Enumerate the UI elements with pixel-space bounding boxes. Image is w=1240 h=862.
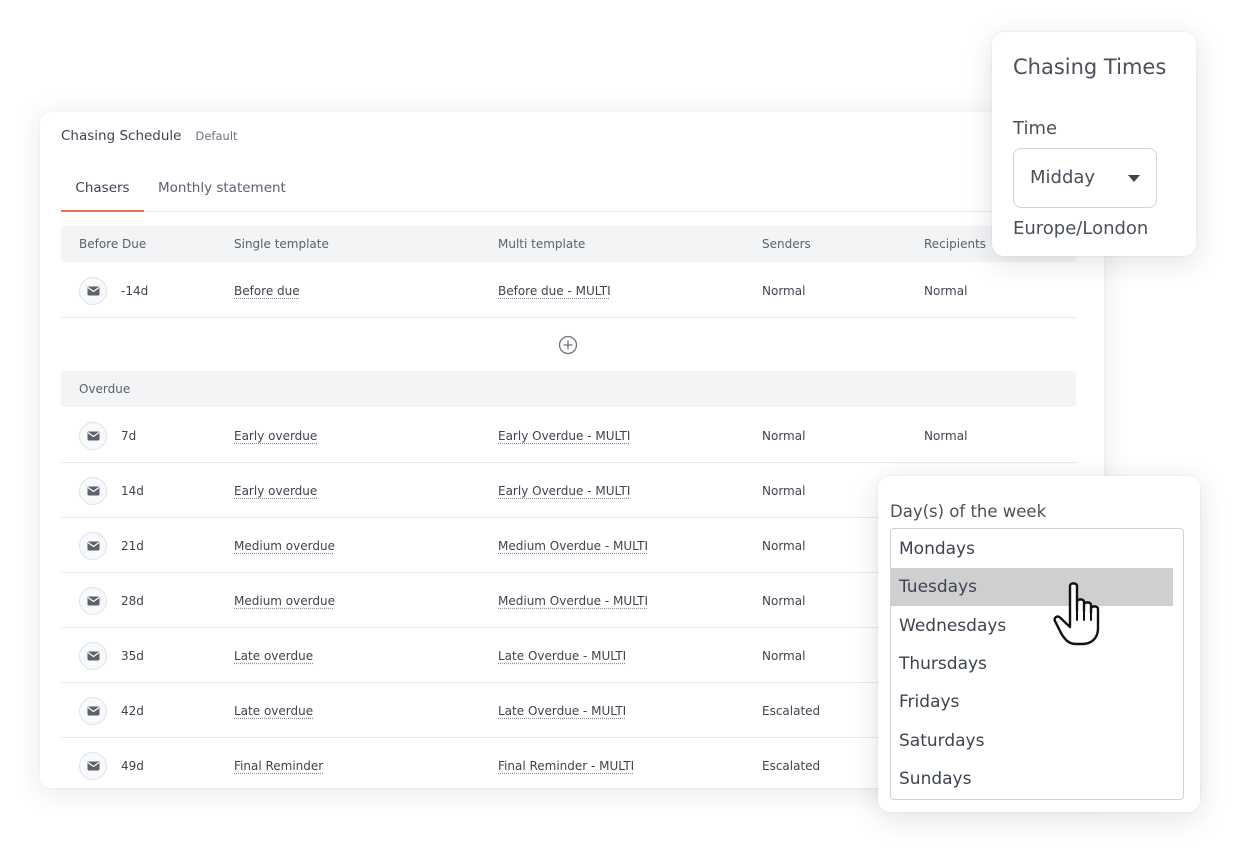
time-select[interactable]: Midday bbox=[1013, 148, 1157, 208]
caret-down-icon bbox=[1128, 175, 1140, 182]
row-days: 7d bbox=[121, 429, 137, 443]
column-multi-template: Multi template bbox=[498, 237, 586, 251]
multi-template-link[interactable]: Before due - MULTI bbox=[498, 284, 611, 298]
row-days: 28d bbox=[121, 594, 144, 608]
row-days: 35d bbox=[121, 649, 144, 663]
single-template-link[interactable]: Late overdue bbox=[234, 704, 313, 718]
days-of-week-listbox[interactable]: Mondays Tuesdays Wednesdays Thursdays Friday… bbox=[890, 528, 1184, 800]
column-before-due: Before Due bbox=[79, 237, 147, 251]
multi-template-link[interactable]: Late Overdue - MULTI bbox=[498, 649, 626, 663]
row-days: 42d bbox=[121, 704, 144, 718]
card-title: Chasing Schedule bbox=[61, 128, 182, 144]
plus-circle-icon[interactable] bbox=[558, 335, 578, 355]
day-option-tuesdays[interactable]: Tuesdays bbox=[891, 568, 1173, 607]
day-option-thursdays[interactable]: Thursdays bbox=[891, 645, 1173, 683]
single-template-link[interactable]: Late overdue bbox=[234, 649, 313, 663]
multi-template-link[interactable]: Late Overdue - MULTI bbox=[498, 704, 626, 718]
mail-icon bbox=[79, 532, 107, 560]
add-chaser-row bbox=[61, 319, 1076, 371]
overdue-label: Overdue bbox=[79, 382, 131, 396]
row-days: 21d bbox=[121, 539, 144, 553]
table-row[interactable]: -14d Before due Before due - MULTI Norma… bbox=[61, 263, 1076, 318]
row-senders: Escalated bbox=[762, 759, 821, 773]
day-option-wednesdays[interactable]: Wednesdays bbox=[891, 607, 1173, 645]
table-header: Before Due Single template Multi templat… bbox=[61, 226, 1076, 262]
row-senders: Normal bbox=[762, 594, 806, 608]
row-senders: Normal bbox=[762, 429, 806, 443]
days-of-week-popup: Day(s) of the week Mondays Tuesdays Wednes… bbox=[878, 476, 1200, 812]
row-senders: Normal bbox=[762, 649, 806, 663]
days-of-week-label: Day(s) of the week bbox=[890, 502, 1047, 521]
row-senders: Normal bbox=[762, 484, 806, 498]
column-recipients: Recipients bbox=[924, 237, 987, 251]
mail-icon bbox=[79, 422, 107, 450]
chasing-times-popup: Chasing Times Time Midday Europe/London bbox=[992, 32, 1196, 256]
multi-template-link[interactable]: Medium Overdue - MULTI bbox=[498, 594, 648, 608]
mail-icon bbox=[79, 477, 107, 505]
multi-template-link[interactable]: Early Overdue - MULTI bbox=[498, 429, 630, 443]
single-template-link[interactable]: Before due bbox=[234, 284, 300, 298]
mail-icon bbox=[79, 697, 107, 725]
single-template-link[interactable]: Medium overdue bbox=[234, 594, 335, 608]
chasing-times-title: Chasing Times bbox=[1013, 55, 1167, 79]
single-template-link[interactable]: Medium overdue bbox=[234, 539, 335, 553]
table-row[interactable]: 7d Early overdue Early Overdue - MULTI Norm… bbox=[61, 408, 1076, 463]
single-template-link[interactable]: Early overdue bbox=[234, 429, 317, 443]
mail-icon bbox=[79, 587, 107, 615]
tab-chasers[interactable]: Chasers bbox=[61, 180, 144, 212]
single-template-link[interactable]: Final Reminder bbox=[234, 759, 323, 773]
time-label: Time bbox=[1013, 118, 1058, 139]
multi-template-link[interactable]: Final Reminder - MULTI bbox=[498, 759, 634, 773]
day-option-fridays[interactable]: Fridays bbox=[891, 683, 1173, 721]
time-select-value: Midday bbox=[1030, 167, 1096, 188]
tabs: Chasers Monthly statement bbox=[61, 170, 1076, 212]
hand-pointer-icon bbox=[1053, 582, 1100, 646]
schedule-badge: Default bbox=[195, 129, 238, 143]
row-days: -14d bbox=[121, 284, 149, 298]
tab-monthly-statement[interactable]: Monthly statement bbox=[158, 180, 286, 212]
single-template-link[interactable]: Early overdue bbox=[234, 484, 317, 498]
row-recipients: Normal bbox=[924, 284, 968, 298]
mail-icon bbox=[79, 752, 107, 780]
multi-template-link[interactable]: Medium Overdue - MULTI bbox=[498, 539, 648, 553]
timezone-label: Europe/London bbox=[1013, 218, 1149, 239]
mail-icon bbox=[79, 277, 107, 305]
overdue-section-header: Overdue bbox=[61, 371, 1076, 407]
day-option-sundays[interactable]: Sundays bbox=[891, 760, 1173, 798]
row-senders: Escalated bbox=[762, 704, 821, 718]
multi-template-link[interactable]: Early Overdue - MULTI bbox=[498, 484, 630, 498]
row-senders: Normal bbox=[762, 284, 806, 298]
row-days: 49d bbox=[121, 759, 144, 773]
row-recipients: Normal bbox=[924, 429, 968, 443]
day-option-mondays[interactable]: Mondays bbox=[891, 530, 1173, 568]
row-days: 14d bbox=[121, 484, 144, 498]
column-single-template: Single template bbox=[234, 237, 329, 251]
column-senders: Senders bbox=[762, 237, 811, 251]
mail-icon bbox=[79, 642, 107, 670]
row-senders: Normal bbox=[762, 539, 806, 553]
card-header: Chasing Schedule Default bbox=[61, 128, 238, 144]
day-option-saturdays[interactable]: Saturdays bbox=[891, 722, 1173, 760]
